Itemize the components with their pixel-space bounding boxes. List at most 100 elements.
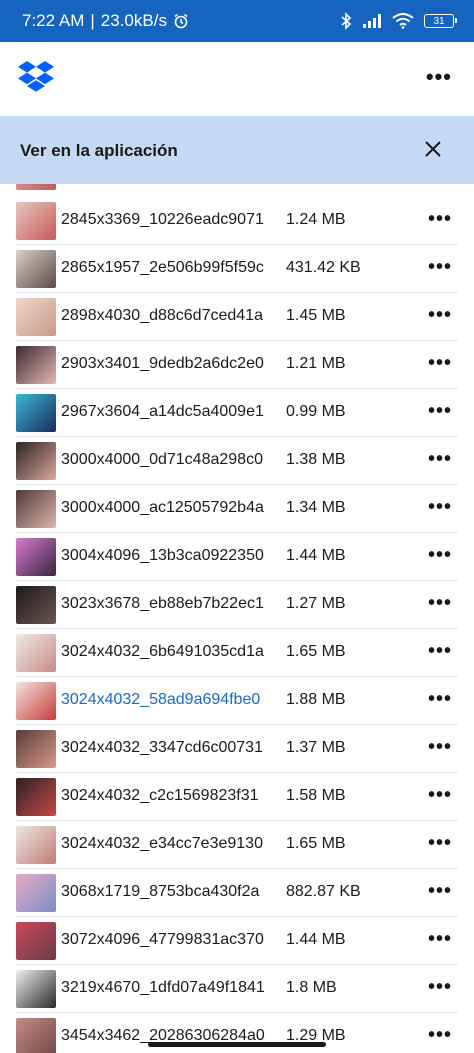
file-thumbnail[interactable] [16,922,56,960]
file-thumbnail[interactable] [16,538,56,576]
file-thumbnail[interactable] [16,826,56,864]
file-name[interactable]: 3000x4000_0d71c48a298c0 [61,451,283,469]
file-thumbnail[interactable] [16,874,56,912]
alarm-icon [174,13,188,29]
more-options-icon[interactable]: ••• [426,66,452,88]
file-row[interactable]: 2845x3369_10226eadc9071 1.24 MB ••• [0,197,474,245]
file-size: 1.88 MB [286,691,346,708]
file-thumbnail[interactable] [16,586,56,624]
status-separator: | [90,11,95,30]
file-thumbnail[interactable] [16,250,56,288]
file-row[interactable]: 3068x1719_8753bca430f2a 882.87 KB ••• [0,869,474,917]
file-row[interactable]: 3454x3462_20286306284a0 1.29 MB ••• [0,1013,474,1053]
file-name[interactable]: 3068x1719_8753bca430f2a [61,883,283,901]
partial-thumbnail [16,184,56,190]
file-row[interactable]: 3024x4032_6b6491035cd1a 1.65 MB ••• [0,629,474,677]
file-row[interactable]: 3000x4000_ac12505792b4a 1.34 MB ••• [0,485,474,533]
file-thumbnail[interactable] [16,346,56,384]
file-row[interactable]: 3219x4670_1dfd07a49f1841 1.8 MB ••• [0,965,474,1013]
file-thumbnail[interactable] [16,490,56,528]
file-more-options-icon[interactable]: ••• [428,401,452,421]
status-left: 7:22 AM | 23.0kB/s [22,11,189,31]
file-thumbnail[interactable] [16,634,56,672]
file-row[interactable]: 3024x4032_c2c1569823f31 1.58 MB ••• [0,773,474,821]
file-name[interactable]: 2898x4030_d88c6d7ced41a [61,307,283,325]
file-size: 1.44 MB [286,931,346,948]
file-more-options-icon[interactable]: ••• [428,353,452,373]
home-indicator[interactable] [148,1042,326,1047]
file-size: 1.8 MB [286,979,337,996]
file-more-options-icon[interactable]: ••• [428,545,452,565]
file-size: 1.44 MB [286,547,346,564]
status-net-speed: 23.0kB/s [100,11,167,30]
file-thumbnail[interactable] [16,682,56,720]
file-size: 1.27 MB [286,595,346,612]
file-size: 1.58 MB [286,787,346,804]
file-row[interactable]: 3024x4032_3347cd6c00731 1.37 MB ••• [0,725,474,773]
file-thumbnail[interactable] [16,202,56,240]
file-name[interactable]: 3004x4096_13b3ca0922350 [61,547,283,565]
file-list: 2845x3369_10226eadc9071 1.24 MB ••• 2865x19… [0,184,474,1053]
file-more-options-icon[interactable]: ••• [428,593,452,613]
file-name[interactable]: 3024x4032_6b6491035cd1a [61,643,283,661]
file-row[interactable]: 3004x4096_13b3ca0922350 1.44 MB ••• [0,533,474,581]
file-size: 1.65 MB [286,835,346,852]
file-thumbnail[interactable] [16,778,56,816]
file-row[interactable]: 3024x4032_58ad9a694fbe0 1.88 MB ••• [0,677,474,725]
file-size: 1.24 MB [286,211,346,228]
file-more-options-icon[interactable]: ••• [428,881,452,901]
file-more-options-icon[interactable]: ••• [428,737,452,757]
file-name[interactable]: 3000x4000_ac12505792b4a [61,499,283,517]
file-more-options-icon[interactable]: ••• [428,305,452,325]
file-more-options-icon[interactable]: ••• [428,497,452,517]
status-right: 31 [340,12,457,30]
file-more-options-icon[interactable]: ••• [428,1025,452,1045]
file-size: 1.21 MB [286,355,346,372]
file-size: 1.45 MB [286,307,346,324]
file-thumbnail[interactable] [16,394,56,432]
file-more-options-icon[interactable]: ••• [428,689,452,709]
file-row[interactable]: 3023x3678_eb88eb7b22ec1 1.27 MB ••• [0,581,474,629]
file-more-options-icon[interactable]: ••• [428,449,452,469]
file-name[interactable]: 3072x4096_47799831ac370 [61,931,283,949]
banner-text[interactable]: Ver en la aplicación [20,141,178,161]
file-name[interactable]: 3024x4032_e34cc7e3e9130 [61,835,283,853]
file-name[interactable]: 3024x4032_3347cd6c00731 [61,739,283,757]
file-row[interactable]: 3000x4000_0d71c48a298c0 1.38 MB ••• [0,437,474,485]
file-size: 1.37 MB [286,739,346,756]
file-name[interactable]: 3023x3678_eb88eb7b22ec1 [61,595,283,613]
file-name[interactable]: 2845x3369_10226eadc9071 [61,211,283,229]
file-more-options-icon[interactable]: ••• [428,209,452,229]
file-name[interactable]: 3024x4032_c2c1569823f31 [61,787,283,805]
wifi-icon [392,13,414,29]
file-row[interactable]: 2967x3604_a14dc5a4009e1 0.99 MB ••• [0,389,474,437]
file-thumbnail[interactable] [16,442,56,480]
status-bar: 7:22 AM | 23.0kB/s 31 [0,0,474,42]
file-row[interactable]: 3072x4096_47799831ac370 1.44 MB ••• [0,917,474,965]
file-thumbnail[interactable] [16,730,56,768]
file-name[interactable]: 3024x4032_58ad9a694fbe0 [61,691,283,709]
signal-icon [363,14,381,28]
file-size: 882.87 KB [286,883,361,900]
file-row[interactable]: 2865x1957_2e506b99f5f59c 431.42 KB ••• [0,245,474,293]
close-icon[interactable] [424,140,442,158]
file-more-options-icon[interactable]: ••• [428,641,452,661]
file-size: 431.42 KB [286,259,361,276]
file-row[interactable]: 3024x4032_e34cc7e3e9130 1.65 MB ••• [0,821,474,869]
file-more-options-icon[interactable]: ••• [428,785,452,805]
file-thumbnail[interactable] [16,1018,56,1053]
dropbox-logo[interactable] [18,60,54,92]
open-in-app-banner[interactable]: Ver en la aplicación [0,116,474,184]
file-more-options-icon[interactable]: ••• [428,977,452,997]
file-more-options-icon[interactable]: ••• [428,929,452,949]
file-row[interactable]: 2898x4030_d88c6d7ced41a 1.45 MB ••• [0,293,474,341]
file-name[interactable]: 2967x3604_a14dc5a4009e1 [61,403,283,421]
file-more-options-icon[interactable]: ••• [428,257,452,277]
file-row[interactable]: 2903x3401_9dedb2a6dc2e0 1.21 MB ••• [0,341,474,389]
file-name[interactable]: 2865x1957_2e506b99f5f59c [61,259,283,277]
file-thumbnail[interactable] [16,298,56,336]
file-name[interactable]: 3219x4670_1dfd07a49f1841 [61,979,283,997]
file-more-options-icon[interactable]: ••• [428,833,452,853]
file-name[interactable]: 2903x3401_9dedb2a6dc2e0 [61,355,283,373]
file-thumbnail[interactable] [16,970,56,1008]
